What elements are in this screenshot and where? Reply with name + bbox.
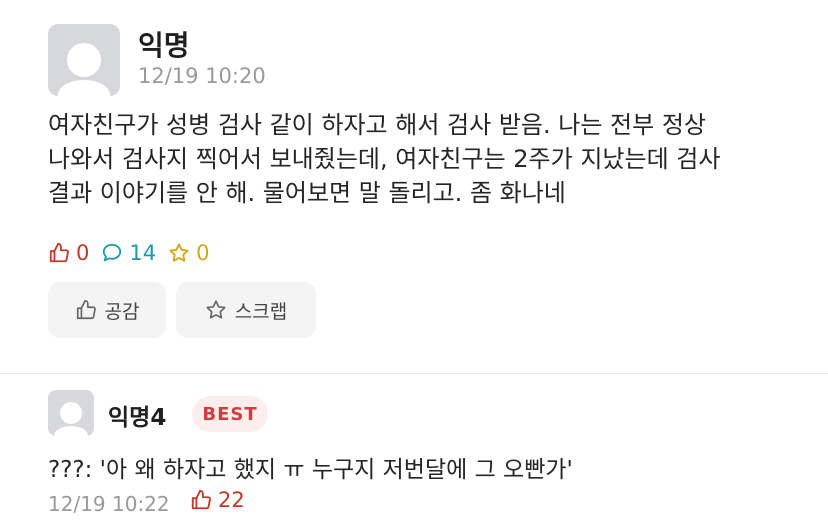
post-avatar[interactable] bbox=[48, 24, 120, 96]
comment-like-value: 22 bbox=[218, 488, 245, 512]
divider bbox=[0, 373, 828, 374]
star-icon bbox=[169, 243, 189, 262]
avatar-head bbox=[60, 402, 82, 424]
post-body-line: 여자친구가 성병 검사 같이 하자고 해서 검사 받음. 나는 전부 정상 bbox=[48, 111, 706, 139]
comment-timestamp: 12/19 10:22 bbox=[48, 492, 170, 516]
like-button[interactable]: 공감 bbox=[48, 282, 166, 338]
post-stats: 0 14 0 bbox=[48, 238, 221, 268]
comment-bubble-icon bbox=[103, 243, 122, 262]
post-body-line: 나와서 검사지 찍어서 보내줬는데, 여자친구는 2주가 지났는데 검사 bbox=[48, 145, 721, 173]
comment-count: 14 bbox=[101, 241, 156, 265]
thumbs-up-icon bbox=[49, 242, 69, 263]
like-button-label: 공감 bbox=[104, 301, 140, 323]
comment-avatar[interactable] bbox=[48, 390, 94, 436]
thumbs-up-icon bbox=[76, 300, 96, 320]
like-count-value: 0 bbox=[76, 241, 90, 265]
avatar-head bbox=[67, 43, 101, 77]
post-body-line: 결과 이야기를 안 해. 물어보면 말 돌리고. 좀 화나네 bbox=[48, 179, 566, 207]
comment-count-value: 14 bbox=[129, 241, 157, 265]
comment-like-count[interactable]: 22 bbox=[190, 488, 245, 512]
scrap-count: 0 bbox=[168, 241, 209, 265]
best-badge: BEST bbox=[192, 396, 268, 432]
scrap-button[interactable]: 스크랩 bbox=[176, 282, 316, 338]
scrap-count-value: 0 bbox=[196, 241, 210, 265]
star-icon bbox=[206, 300, 226, 319]
post-author[interactable]: 익명 bbox=[138, 24, 190, 64]
like-count: 0 bbox=[48, 241, 89, 265]
avatar-body bbox=[58, 80, 110, 96]
comment-body: ???: '아 왜 하자고 했지 ㅠ 누구지 저번달에 그 오빤가' bbox=[48, 457, 573, 483]
post-timestamp: 12/19 10:20 bbox=[138, 64, 266, 88]
comment-author[interactable]: 익명4 bbox=[108, 398, 166, 432]
avatar-body bbox=[54, 426, 88, 436]
scrap-button-label: 스크랩 bbox=[234, 301, 288, 323]
thumbs-up-icon bbox=[191, 489, 211, 510]
post-body: 여자친구가 성병 검사 같이 하자고 해서 검사 받음. 나는 전부 정상 나와… bbox=[48, 108, 808, 210]
